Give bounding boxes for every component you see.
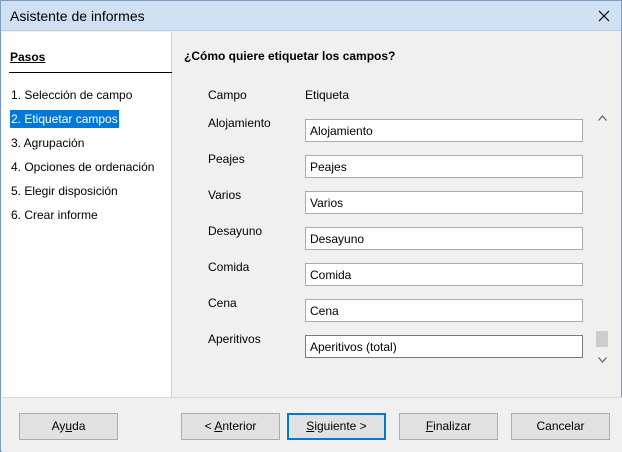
field-name: Alojamiento xyxy=(208,116,271,130)
step-sort-options[interactable]: 4. Opciones de ordenación xyxy=(9,158,155,182)
step-choose-layout[interactable]: 5. Elegir disposición xyxy=(9,182,155,206)
field-row: Alojamiento xyxy=(173,110,593,146)
scroll-thumb[interactable] xyxy=(596,331,608,347)
label-input-desayuno[interactable] xyxy=(305,227,583,250)
step-label: 2. Etiquetar campos xyxy=(10,110,119,128)
vertical-scrollbar[interactable] xyxy=(593,110,611,368)
window-title: Asistente de informes xyxy=(10,8,145,24)
field-name: Desayuno xyxy=(208,224,263,238)
column-header-label: Etiqueta xyxy=(305,88,350,102)
help-label-post: da xyxy=(72,419,86,433)
step-label: 4. Opciones de ordenación xyxy=(11,160,155,174)
step-label: 1. Selección de campo xyxy=(11,88,133,102)
label-input-alojamiento[interactable] xyxy=(305,119,583,142)
step-create-report[interactable]: 6. Crear informe xyxy=(9,206,155,230)
title-bar: Asistente de informes xyxy=(1,1,621,31)
steps-list: 1. Selección de campo 2. Etiquetar campo… xyxy=(9,86,155,230)
button-bar: Ayuda < Anterior Siguiente > Finalizar C… xyxy=(2,397,622,452)
close-button[interactable] xyxy=(587,1,621,31)
close-icon xyxy=(598,10,610,22)
step-label: 3. Agrupación xyxy=(11,136,85,150)
field-row: Peajes xyxy=(173,146,593,182)
step-field-selection[interactable]: 1. Selección de campo xyxy=(9,86,155,110)
field-name: Varios xyxy=(208,188,242,202)
scroll-up-button[interactable] xyxy=(593,110,611,126)
fields-list: Alojamiento Peajes Varios Desayuno Comid… xyxy=(173,110,593,397)
field-row: Cena xyxy=(173,290,593,326)
report-wizard-dialog: Asistente de informes Pasos 1. Selección… xyxy=(0,0,622,452)
label-input-peajes[interactable] xyxy=(305,155,583,178)
next-button[interactable]: Siguiente > xyxy=(287,413,386,440)
field-row: Varios xyxy=(173,182,593,218)
page-heading: ¿Cómo quiere etiquetar los campos? xyxy=(184,49,396,63)
chevron-down-icon xyxy=(597,357,607,363)
finish-label-post: inalizar xyxy=(433,419,472,433)
field-row: Comida xyxy=(173,254,593,290)
step-label: 5. Elegir disposición xyxy=(11,184,118,198)
help-label-pre: Ay xyxy=(51,419,66,433)
main-pane: ¿Cómo quiere etiquetar los campos? Campo… xyxy=(173,32,621,397)
label-input-aperitivos[interactable] xyxy=(305,335,583,358)
field-row: Aperitivos xyxy=(173,326,593,362)
finish-button[interactable]: Finalizar xyxy=(399,413,498,440)
chevron-up-icon xyxy=(597,115,607,121)
step-grouping[interactable]: 3. Agrupación xyxy=(9,134,155,158)
field-name: Cena xyxy=(208,296,237,310)
help-button[interactable]: Ayuda xyxy=(19,413,118,440)
label-input-comida[interactable] xyxy=(305,263,583,286)
next-label-post: iguiente > xyxy=(314,419,367,433)
field-name: Aperitivos xyxy=(208,332,261,346)
field-row: Desayuno xyxy=(173,218,593,254)
step-label: 6. Crear informe xyxy=(11,208,98,222)
label-input-cena[interactable] xyxy=(305,299,583,322)
column-header-field: Campo xyxy=(208,88,247,102)
steps-divider xyxy=(9,72,172,73)
step-label-fields[interactable]: 2. Etiquetar campos xyxy=(9,110,155,134)
back-label-post: nterior xyxy=(222,419,257,433)
steps-title: Pasos xyxy=(10,50,46,64)
field-name: Peajes xyxy=(208,152,245,166)
cancel-button[interactable]: Cancelar xyxy=(511,413,610,440)
back-button[interactable]: < Anterior xyxy=(181,413,280,440)
back-label-pre: < xyxy=(204,419,215,433)
label-input-varios[interactable] xyxy=(305,191,583,214)
steps-pane: Pasos 1. Selección de campo 2. Etiquetar… xyxy=(2,32,172,397)
field-name: Comida xyxy=(208,260,250,274)
scroll-down-button[interactable] xyxy=(593,352,611,368)
